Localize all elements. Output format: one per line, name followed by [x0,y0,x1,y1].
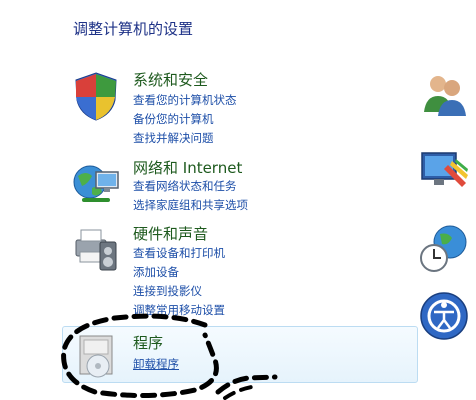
category-title-network-internet[interactable]: 网络和 Internet [133,157,242,178]
link-connect-projector[interactable]: 连接到投影仪 [133,283,202,299]
category-title-programs[interactable]: 程序 [133,332,163,353]
printer-speaker-icon [75,229,117,271]
category-title-hardware-sound[interactable]: 硬件和声音 [133,223,208,244]
page-title: 调整计算机的设置 [73,20,194,38]
appearance-icon[interactable] [418,145,470,197]
link-backup-computer[interactable]: 备份您的计算机 [133,111,214,127]
link-add-device[interactable]: 添加设备 [133,264,179,280]
network-globe-icon [73,165,119,202]
programs-disc-icon [79,335,113,378]
clock-globe-icon[interactable] [418,222,470,274]
link-view-computer-status[interactable]: 查看您的计算机状态 [133,92,237,108]
user-accounts-icon[interactable] [418,68,470,120]
link-devices-printers[interactable]: 查看设备和打印机 [133,245,225,261]
link-troubleshoot[interactable]: 查找并解决问题 [133,130,214,146]
link-homegroup-sharing[interactable]: 选择家庭组和共享选项 [133,197,248,213]
shield-icon [75,72,117,121]
ease-of-access-icon[interactable] [418,290,470,342]
link-mobility-settings[interactable]: 调整常用移动设置 [133,302,225,318]
category-title-system-security[interactable]: 系统和安全 [133,69,208,90]
link-view-network-status[interactable]: 查看网络状态和任务 [133,178,237,194]
link-uninstall-program[interactable]: 卸载程序 [133,356,179,372]
